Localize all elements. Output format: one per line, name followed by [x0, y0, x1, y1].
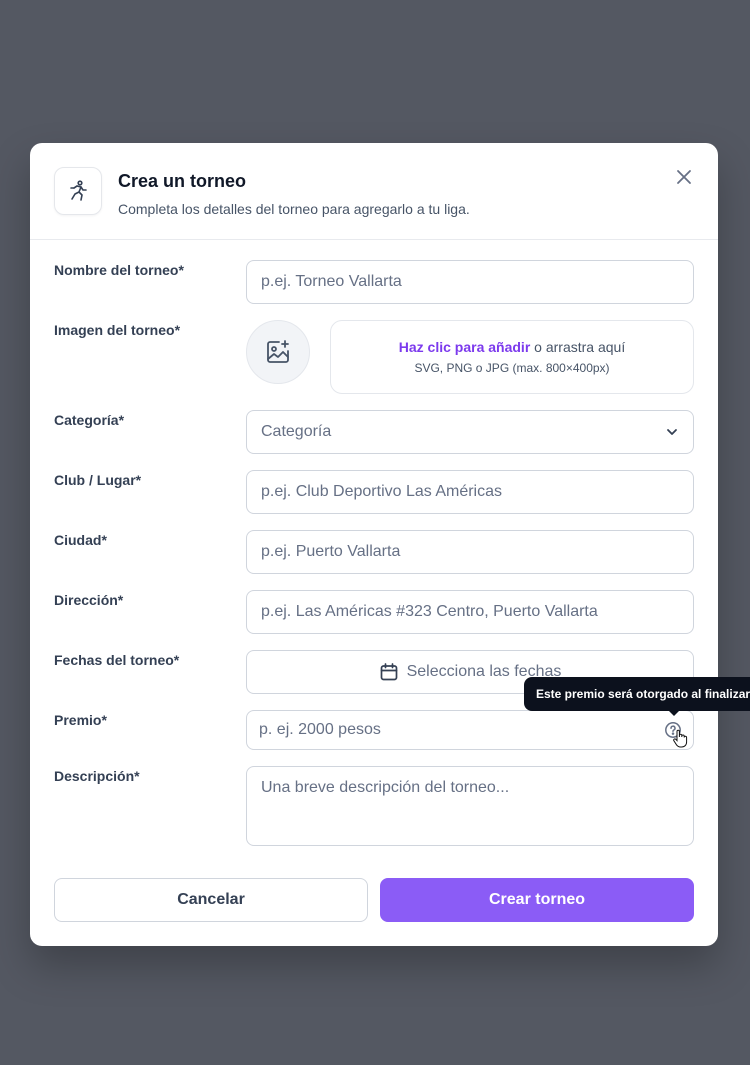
city-label: Ciudad*: [54, 532, 107, 548]
category-label: Categoría*: [54, 412, 125, 428]
close-icon: [677, 170, 691, 184]
tooltip-arrow: [668, 710, 680, 716]
cancel-button[interactable]: Cancelar: [54, 878, 368, 922]
upload-drag-text: o arrastra aquí: [530, 339, 626, 355]
upload-link[interactable]: Haz clic para añadir: [399, 339, 531, 355]
address-label: Dirección*: [54, 592, 124, 608]
chevron-down-icon: [667, 429, 677, 435]
image-label: Imagen del torneo*: [54, 322, 181, 338]
hand-cursor-icon: [673, 729, 688, 748]
prize-label: Premio*: [54, 712, 107, 728]
description-field: [246, 766, 694, 846]
modal-subtitle: Completa los detalles del torneo para ag…: [118, 201, 470, 217]
prize-tooltip: Este premio será otorgado al finalizar: [524, 677, 750, 711]
name-label: Nombre del torneo*: [54, 262, 184, 278]
name-field: [246, 260, 694, 304]
upload-hint: SVG, PNG o JPG (max. 800×400px): [414, 361, 610, 375]
description-label: Descripción*: [54, 768, 140, 784]
city-input[interactable]: [261, 543, 679, 561]
image-plus-icon: [267, 340, 289, 363]
category-select[interactable]: Categoría: [246, 410, 694, 454]
create-tournament-button[interactable]: Crear torneo: [380, 878, 694, 922]
prize-field: [246, 710, 694, 750]
description-textarea[interactable]: [261, 779, 679, 835]
name-input[interactable]: [261, 273, 679, 291]
category-selected-value: Categoría: [261, 423, 332, 440]
club-field: [246, 470, 694, 514]
upload-instructions: Haz clic para añadir o arrastra aquí: [399, 339, 625, 355]
address-field: [246, 590, 694, 634]
modal-header: Crea un torneo Completa los detalles del…: [30, 143, 718, 240]
address-input[interactable]: [261, 603, 679, 621]
city-field: [246, 530, 694, 574]
prize-input[interactable]: [259, 721, 681, 739]
club-input[interactable]: [261, 483, 679, 501]
calendar-icon: [380, 663, 397, 681]
image-upload-dropzone[interactable]: Haz clic para añadir o arrastra aquí SVG…: [330, 320, 694, 394]
create-tournament-modal: Crea un torneo Completa los detalles del…: [30, 143, 750, 946]
modal-title: Crea un torneo: [118, 171, 247, 191]
running-person-icon: [54, 167, 102, 215]
close-button[interactable]: [672, 165, 696, 189]
club-label: Club / Lugar*: [54, 472, 142, 488]
image-preview: [246, 320, 310, 384]
dates-label: Fechas del torneo*: [54, 652, 180, 668]
